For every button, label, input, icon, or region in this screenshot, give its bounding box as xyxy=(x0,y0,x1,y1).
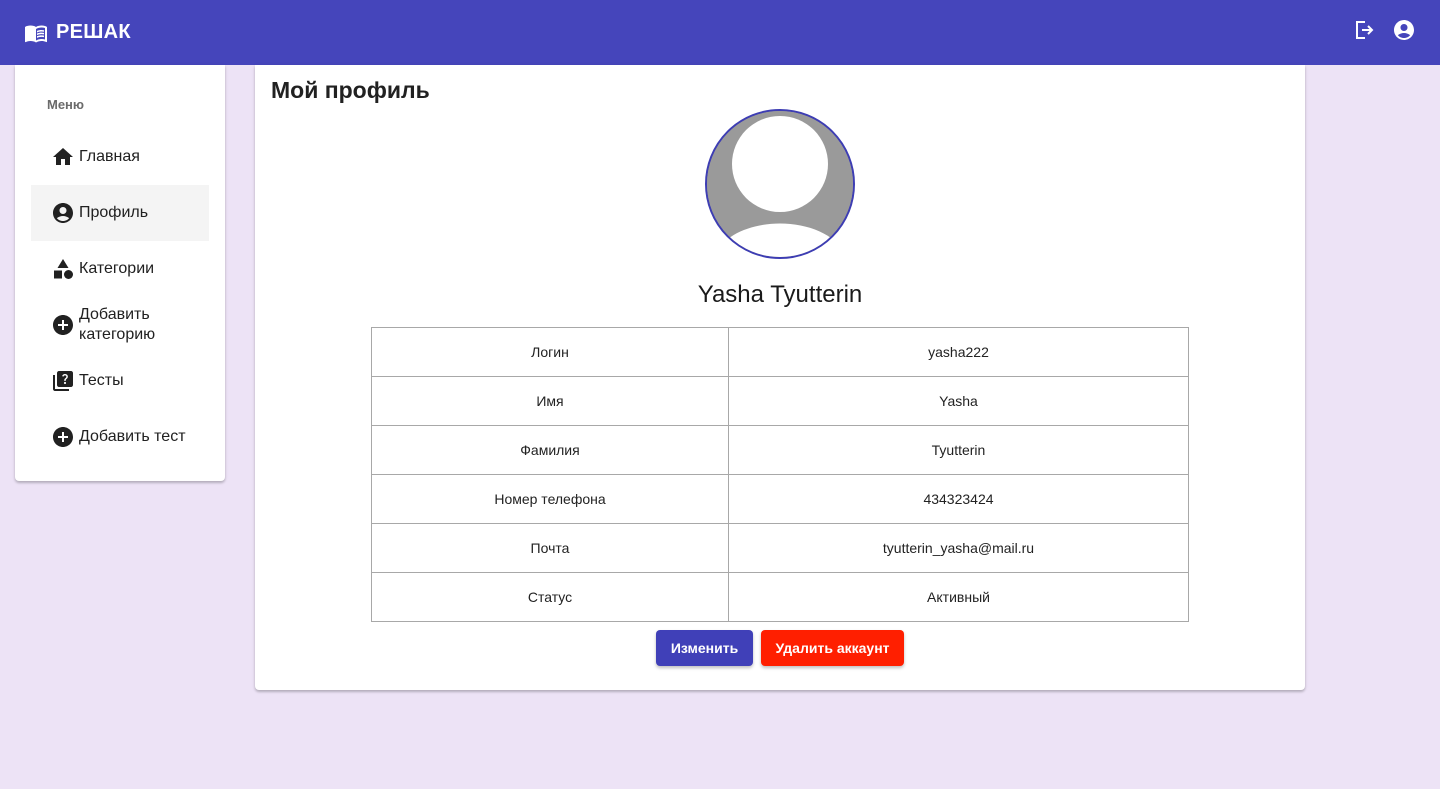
field-label: Логин xyxy=(371,327,729,377)
profile-card: Мой профиль Yasha Tyutterin Логин yasha2… xyxy=(255,65,1305,690)
profile-info-table: Логин yasha222 Имя Yasha Фамилия Tyutter… xyxy=(371,327,1189,622)
brand-title: РЕШАК xyxy=(56,21,131,43)
sidebar: Меню Главная Профиль Категории Добавить … xyxy=(15,65,225,481)
table-row: Фамилия Tyutterin xyxy=(371,425,1189,475)
quiz-icon xyxy=(51,369,75,393)
app-bar: РЕШАК xyxy=(0,0,1440,65)
logout-icon xyxy=(1352,18,1376,47)
table-row: Логин yasha222 xyxy=(371,327,1189,377)
field-label: Имя xyxy=(371,376,729,426)
table-row: Имя Yasha xyxy=(371,376,1189,426)
sidebar-item-label: Категории xyxy=(79,260,155,277)
field-value: tyutterin_yasha@mail.ru xyxy=(728,523,1189,573)
avatar xyxy=(705,109,855,259)
field-value: Yasha xyxy=(728,376,1189,426)
sidebar-item-label: Профиль xyxy=(79,204,149,221)
table-row: Номер телефона 434323424 xyxy=(371,474,1189,524)
home-icon xyxy=(51,145,75,169)
field-value: yasha222 xyxy=(728,327,1189,377)
profile-actions: Изменить Удалить аккаунт xyxy=(255,630,1305,666)
user-full-name: Yasha Tyutterin xyxy=(697,281,863,308)
brand-link[interactable]: РЕШАК xyxy=(24,21,131,45)
sidebar-item-label: Добавить тест xyxy=(79,428,186,445)
edit-profile-button[interactable]: Изменить xyxy=(656,630,753,666)
field-value: Активный xyxy=(728,572,1189,622)
logout-button[interactable] xyxy=(1344,13,1384,53)
menu-book-icon xyxy=(24,21,48,45)
sidebar-item-label: Тесты xyxy=(79,372,124,389)
sidebar-title: Меню xyxy=(47,97,85,112)
sidebar-item-add-category[interactable]: Добавить категорию xyxy=(31,297,209,353)
category-icon xyxy=(51,257,75,281)
account-button[interactable] xyxy=(1384,13,1424,53)
account-circle-icon xyxy=(1392,18,1416,47)
field-label: Фамилия xyxy=(371,425,729,475)
table-row: Почта tyutterin_yasha@mail.ru xyxy=(371,523,1189,573)
sidebar-item-label: Добавить категорию xyxy=(79,306,156,343)
field-label: Почта xyxy=(371,523,729,573)
sidebar-item-add-test[interactable]: Добавить тест xyxy=(31,409,209,465)
add-circle-icon xyxy=(51,425,75,449)
sidebar-item-profile[interactable]: Профиль xyxy=(31,185,209,241)
field-label: Статус xyxy=(371,572,729,622)
add-circle-icon xyxy=(51,313,75,337)
table-row: Статус Активный xyxy=(371,572,1189,622)
sidebar-item-label: Главная xyxy=(79,148,140,165)
delete-account-button[interactable]: Удалить аккаунт xyxy=(761,630,904,666)
page-title: Мой профиль xyxy=(271,77,430,103)
field-label: Номер телефона xyxy=(371,474,729,524)
field-value: 434323424 xyxy=(728,474,1189,524)
sidebar-item-home[interactable]: Главная xyxy=(31,129,209,185)
field-value: Tyutterin xyxy=(728,425,1189,475)
sidebar-item-tests[interactable]: Тесты xyxy=(31,353,209,409)
sidebar-item-categories[interactable]: Категории xyxy=(31,241,209,297)
account-circle-icon xyxy=(51,201,75,225)
